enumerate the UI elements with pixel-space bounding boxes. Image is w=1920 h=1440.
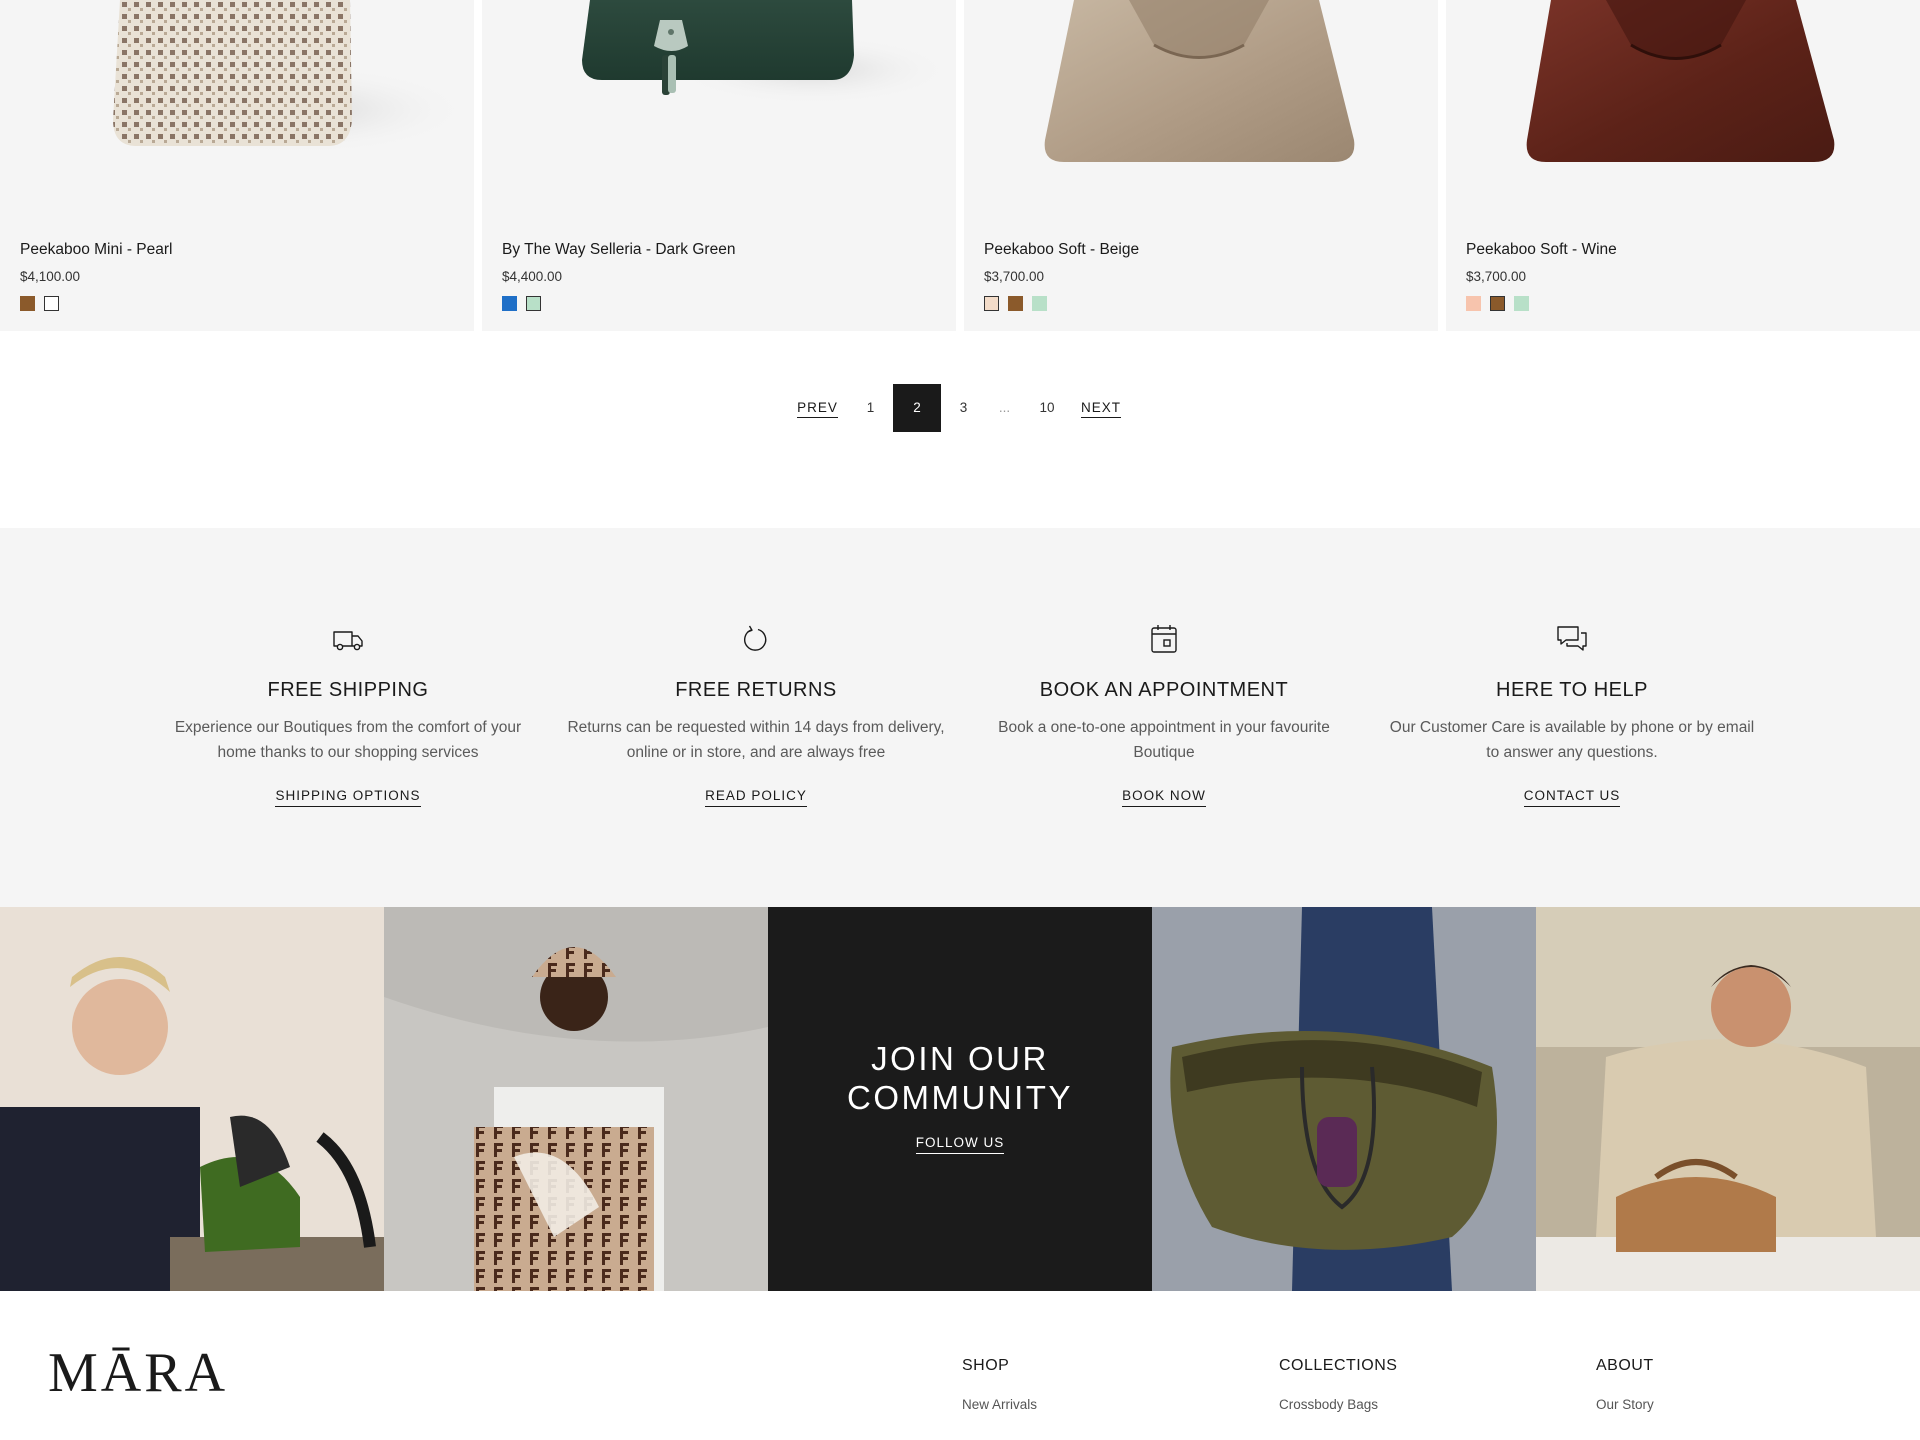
book-now-link[interactable]: BOOK NOW	[974, 788, 1354, 807]
swatch-white[interactable]	[44, 296, 59, 311]
color-swatches	[502, 296, 541, 311]
footer-heading: SHOP	[962, 1357, 1010, 1374]
footer-column-about: ABOUT Our Story	[1596, 1357, 1654, 1412]
product-name[interactable]: Peekaboo Soft - Beige	[984, 241, 1139, 259]
product-image[interactable]	[0, 0, 474, 230]
refresh-icon	[744, 625, 767, 651]
follow-us-link[interactable]: FOLLOW US	[768, 1135, 1152, 1154]
service-description: Our Customer Care is available by phone …	[1389, 719, 1755, 761]
community-photo-man-green-bag[interactable]	[0, 907, 384, 1291]
product-name[interactable]: Peekaboo Mini - Pearl	[20, 241, 173, 259]
product-card[interactable]: By The Way Selleria - Dark Green $4,400.…	[482, 0, 956, 331]
swatch-peach-selected[interactable]	[984, 296, 999, 311]
chat-icon	[1557, 626, 1587, 651]
footer-column-shop: SHOP New Arrivals	[962, 1357, 1037, 1412]
community-photo-woman-monogram-tote[interactable]	[384, 907, 768, 1291]
join-community-tile: JOIN OUR COMMUNITY FOLLOW US	[768, 907, 1152, 1291]
service-title: HERE TO HELP	[1496, 679, 1648, 701]
service-description: Experience our Boutiques from the comfor…	[174, 719, 522, 761]
footer-heading: ABOUT	[1596, 1357, 1654, 1374]
swatch-peach[interactable]	[1466, 296, 1481, 311]
pagination: PREV 1 2 3 ... 10 NEXT	[0, 384, 1920, 432]
product-price: $4,100.00	[20, 269, 81, 284]
page-ellipsis: ...	[998, 400, 1011, 415]
product-card[interactable]: Peekaboo Soft - Beige $3,700.00	[964, 0, 1438, 331]
read-policy-link[interactable]: READ POLICY	[566, 788, 946, 807]
product-image[interactable]	[1446, 0, 1920, 230]
color-swatches	[984, 296, 1047, 311]
join-community-title: JOIN OUR COMMUNITY	[847, 1040, 1073, 1116]
swatch-brown[interactable]	[1008, 296, 1023, 311]
product-price: $3,700.00	[1466, 269, 1527, 284]
product-price: $4,400.00	[502, 269, 563, 284]
service-title: BOOK AN APPOINTMENT	[1039, 679, 1289, 701]
swatch-mint-selected[interactable]	[526, 296, 541, 311]
product-card[interactable]: Peekaboo Mini - Pearl $4,100.00	[0, 0, 474, 331]
footer-link-crossbody-bags[interactable]: Crossbody Bags	[1279, 1397, 1397, 1412]
swatch-blue[interactable]	[502, 296, 517, 311]
page-2-current[interactable]: 2	[893, 384, 941, 432]
swatch-mint[interactable]	[1514, 296, 1529, 311]
color-swatches	[20, 296, 59, 311]
footer-link-our-story[interactable]: Our Story	[1596, 1397, 1654, 1412]
prev-button[interactable]: PREV	[795, 384, 840, 432]
product-image[interactable]	[964, 0, 1438, 230]
community-photo-runway-bag[interactable]	[1152, 907, 1536, 1291]
truck-icon	[333, 631, 363, 651]
product-grid: Peekaboo Mini - Pearl $4,100.00 By The W…	[0, 0, 1920, 331]
services-section: FREE SHIPPING Experience our Boutiques f…	[0, 528, 1920, 907]
footer-link-new-arrivals[interactable]: New Arrivals	[962, 1397, 1037, 1412]
brand-logo[interactable]: MĀRA	[48, 1341, 228, 1405]
swatch-brown[interactable]	[20, 296, 35, 311]
product-price: $3,700.00	[984, 269, 1045, 284]
footer-heading: COLLECTIONS	[1279, 1357, 1398, 1374]
product-name[interactable]: By The Way Selleria - Dark Green	[502, 241, 735, 259]
page-1[interactable]: 1	[858, 384, 883, 432]
product-card[interactable]: Peekaboo Soft - Wine $3,700.00	[1446, 0, 1920, 331]
community-photo-artisan[interactable]	[1536, 907, 1920, 1291]
service-title: FREE SHIPPING	[267, 679, 429, 701]
product-image[interactable]	[482, 0, 956, 230]
swatch-brown-selected[interactable]	[1490, 296, 1505, 311]
service-title: FREE RETURNS	[675, 679, 837, 701]
next-button[interactable]: NEXT	[1080, 384, 1122, 432]
footer: MĀRA SHOP New Arrivals COLLECTIONS Cross…	[0, 1291, 1920, 1440]
page-10[interactable]: 10	[1033, 384, 1061, 432]
calendar-icon	[1151, 625, 1177, 653]
footer-column-collections: COLLECTIONS Crossbody Bags	[1279, 1357, 1397, 1412]
product-name[interactable]: Peekaboo Soft - Wine	[1466, 241, 1617, 259]
shipping-options-link[interactable]: SHIPPING OPTIONS	[158, 788, 538, 807]
swatch-mint[interactable]	[1032, 296, 1047, 311]
page-3[interactable]: 3	[951, 384, 976, 432]
color-swatches	[1466, 296, 1529, 311]
community-strip: JOIN OUR COMMUNITY FOLLOW US	[0, 907, 1920, 1291]
service-description: Book a one-to-one appointment in your fa…	[998, 719, 1330, 761]
contact-us-link[interactable]: CONTACT US	[1382, 788, 1762, 807]
service-description: Returns can be requested within 14 days …	[567, 719, 945, 761]
